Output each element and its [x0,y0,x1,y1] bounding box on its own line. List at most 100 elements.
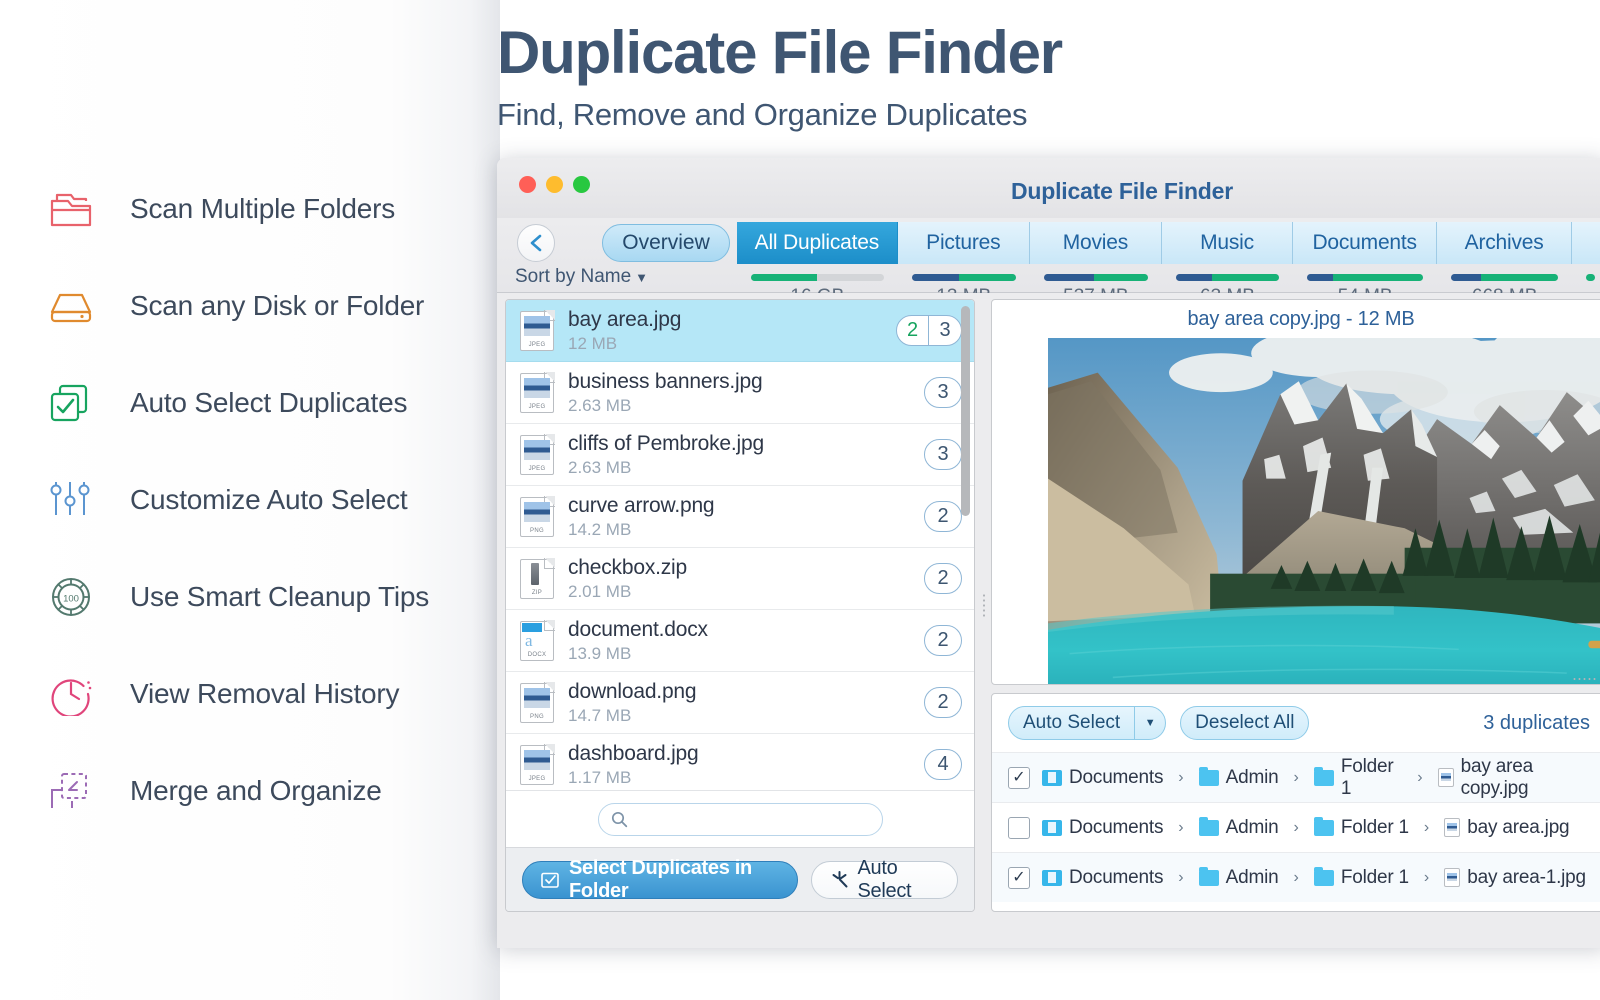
bar-segment-green [1093,274,1148,281]
tab-music[interactable]: Music [1161,222,1294,264]
file-name: business banners.jpg [568,369,763,393]
tab-documents[interactable]: Documents [1293,222,1438,264]
breadcrumb-label: Admin [1225,866,1279,888]
headline: Duplicate File Finder Find, Remove and O… [497,18,1063,133]
auto-select-label: Auto Select [857,856,912,902]
breadcrumb-segment[interactable]: Admin [1198,866,1279,889]
file-list-item[interactable]: PNG download.png 14.7 MB 2 [506,672,974,734]
zip-thumbnail [531,562,539,585]
file-list-scrollbar[interactable] [961,306,970,516]
duplicate-checkbox[interactable] [1008,816,1030,839]
tab-pictures[interactable]: Pictures [897,222,1030,264]
duplicate-count-badge[interactable]: 2 3 [896,315,962,346]
file-size: 1.17 MB [568,767,632,787]
tab-column: Movies537 MB [1029,222,1162,307]
breadcrumb-segment[interactable]: Admin [1198,766,1279,789]
file-extension-label: JPEG [528,465,546,472]
file-list[interactable]: JPEG bay area.jpg 12 MB 2 3 JPEG busines… [506,300,974,790]
duplicate-count-badge[interactable]: 4 [924,749,962,780]
duplicate-count-badge[interactable]: 2 [924,687,962,718]
chevron-down-icon[interactable]: ▼ [1134,707,1165,739]
tab-archives[interactable]: Archives [1437,222,1573,264]
breadcrumb-segment[interactable]: Documents [1042,867,1163,889]
chevron-right-icon: › [1293,818,1299,836]
document-fold-icon [544,619,555,631]
sort-by-control[interactable]: Sort by Name ▼ [515,266,648,288]
list-action-bar: Select Duplicates in Folder Auto Select [506,847,974,911]
sliders-icon [42,474,100,526]
duplicate-count-badge[interactable]: 2 [924,625,962,656]
breadcrumb-file[interactable]: bay area-1.jpg [1444,867,1586,889]
search-box[interactable] [597,802,883,836]
file-text: curve arrow.png 14.2 MB [568,494,924,540]
duplicate-path-row[interactable]: ✓ Documents › Admin › Folder 1 › bay are… [992,752,1600,802]
tab-meter [1572,264,1600,281]
total-count: 2 [937,691,949,713]
page-subtitle: Find, Remove and Organize Duplicates [497,97,1028,132]
total-count: 2 [937,629,949,651]
duplicate-count-badge[interactable]: 2 [924,563,962,594]
tab-usage-bar [1451,274,1559,281]
tab-all-duplicates[interactable]: All Duplicates [737,222,898,264]
breadcrumb-segment[interactable]: Documents [1042,767,1163,789]
total-count: 4 [937,753,949,775]
duplicate-path-row[interactable]: ✓ Documents › Admin › Folder 1 › bay are… [992,852,1600,902]
duplicates-count: 3 duplicates [1483,711,1590,734]
file-list-item[interactable]: JPEG bay area.jpg 12 MB 2 3 [506,300,974,362]
file-list-item[interactable]: JPEG business banners.jpg 2.63 MB 3 [506,362,974,424]
back-button[interactable] [517,224,555,262]
category-tabs: All Duplicates16 GBPictures13 MBMovies53… [737,222,1600,307]
preview-resize-handle[interactable] [1572,677,1596,681]
bar-segment-green [958,274,1016,281]
file-size: 2.01 MB [568,581,632,601]
folder-icon [1313,816,1334,836]
duplicate-path-row[interactable]: Documents › Admin › Folder 1 › bay area.… [992,802,1600,852]
chevron-right-icon: › [1178,818,1184,836]
deselect-all-label: Deselect All [1195,712,1295,733]
file-list-item[interactable]: ZIP checkbox.zip 2.01 MB 2 [506,548,974,610]
folder-icon [1198,766,1219,786]
file-list-item[interactable]: PNG curve arrow.png 14.2 MB 2 [506,486,974,548]
bar-segment-green [1332,274,1424,281]
preview-and-duplicates-panel: bay area copy.jpg - 12 MB Auto Select ▼ … [991,299,1600,912]
select-duplicates-label: Select Duplicates in Folder [569,856,752,902]
file-name: curve arrow.png [568,493,715,517]
breadcrumb-segment[interactable]: Folder 1 [1313,866,1409,889]
breadcrumb-segment[interactable]: Folder 1 [1313,816,1409,839]
file-size: 2.63 MB [568,395,632,415]
duplicate-files-panel: JPEG bay area.jpg 12 MB 2 3 JPEG busines… [505,299,975,912]
tab-label: Pictures [926,231,1001,254]
select-duplicates-in-folder-button[interactable]: Select Duplicates in Folder [522,857,798,902]
toolbar: Overview All Duplicates16 GBPictures13 M… [497,218,1600,307]
panel-splitter[interactable] [977,299,991,912]
tab-partial[interactable] [1572,222,1600,264]
tab-column: Archives668 MB [1437,222,1573,307]
document-fold-icon [544,557,555,569]
deselect-all-button[interactable]: Deselect All [1180,706,1310,740]
window-body: JPEG bay area.jpg 12 MB 2 3 JPEG busines… [497,293,1600,948]
hundred-points-icon: 100 [42,571,100,623]
auto-select-button[interactable]: Auto Select [810,857,958,902]
tab-overview[interactable]: Overview [602,224,730,262]
duplicate-count-badge[interactable]: 2 [924,501,962,532]
breadcrumb-segment[interactable]: Documents [1042,817,1163,839]
auto-select-dropdown-button[interactable]: Auto Select ▼ [1008,706,1167,740]
tab-movies[interactable]: Movies [1029,222,1162,264]
file-list-item[interactable]: JPEG cliffs of Pembroke.jpg 2.63 MB 3 [506,424,974,486]
breadcrumb-file[interactable]: bay area.jpg [1444,817,1570,839]
breadcrumb-segment[interactable]: Folder 1 [1313,756,1402,800]
search-input[interactable] [635,809,870,829]
magic-wand-icon [830,870,849,889]
duplicate-checkbox[interactable]: ✓ [1008,866,1030,889]
chevron-down-icon: ▼ [635,270,649,285]
breadcrumb-segment[interactable]: Admin [1198,816,1279,839]
tab-label: Music [1200,231,1254,254]
breadcrumb-file[interactable]: bay area copy.jpg [1437,756,1594,800]
file-list-item[interactable]: JPEG dashboard.jpg 1.17 MB 4 [506,734,974,790]
duplicate-checkbox[interactable]: ✓ [1008,766,1030,789]
auto-select-dropdown-label: Auto Select [1023,712,1121,733]
duplicate-count-badge[interactable]: 3 [924,439,962,470]
file-list-item[interactable]: a DOCX document.docx 13.9 MB 2 [506,610,974,672]
duplicate-count-badge[interactable]: 3 [924,377,962,408]
feature-label: Customize Auto Select [130,483,408,515]
